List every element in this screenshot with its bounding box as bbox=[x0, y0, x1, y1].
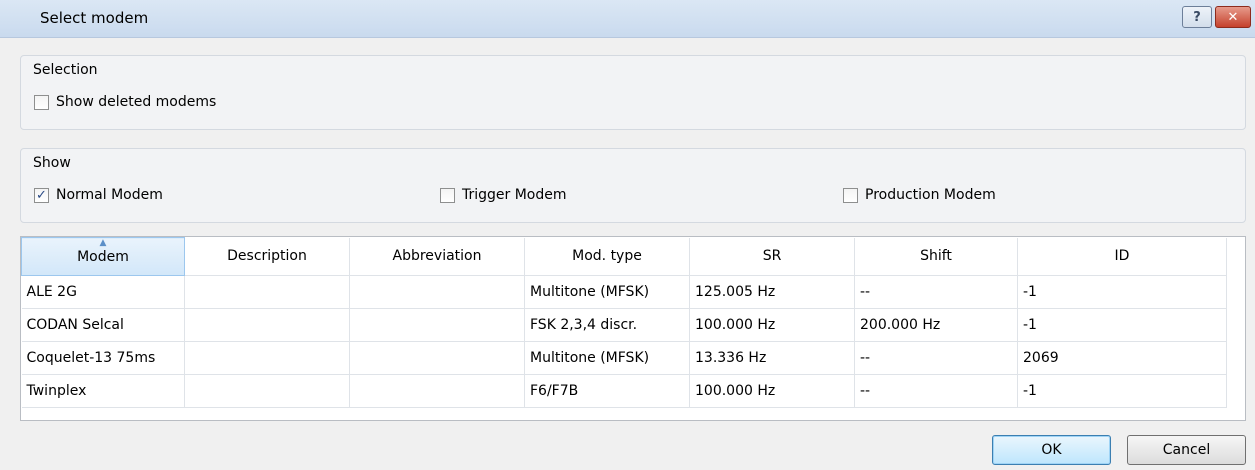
cell-id: 2069 bbox=[1017, 341, 1227, 375]
cell-sr: 125.005 Hz bbox=[689, 275, 855, 309]
normal-modem-label: Normal Modem bbox=[56, 187, 163, 203]
column-header-label: Abbreviation bbox=[392, 248, 482, 265]
window-title: Select modem bbox=[40, 9, 149, 27]
show-deleted-checkbox[interactable]: Show deleted modems bbox=[34, 94, 216, 110]
table-row[interactable]: Coquelet-13 75ms Multitone (MFSK) 13.336… bbox=[21, 341, 1227, 375]
show-group-title: Show bbox=[33, 155, 71, 171]
production-modem-label: Production Modem bbox=[865, 187, 996, 203]
show-deleted-checkbox-box[interactable] bbox=[34, 94, 49, 110]
cell-description bbox=[184, 374, 350, 408]
column-header-label: Shift bbox=[920, 248, 952, 265]
cell-description bbox=[184, 275, 350, 309]
help-button[interactable]: ? bbox=[1182, 6, 1212, 28]
table-header-row: ▲ Modem Description Abbreviation Mod. ty… bbox=[21, 237, 1227, 276]
cell-shift: 200.000 Hz bbox=[854, 308, 1018, 342]
production-modem-checkbox[interactable]: Production Modem bbox=[843, 187, 996, 203]
cell-abbreviation bbox=[349, 308, 525, 342]
column-header-label: Description bbox=[227, 248, 307, 265]
cell-description bbox=[184, 308, 350, 342]
production-modem-checkbox-box[interactable] bbox=[843, 187, 858, 203]
cell-sr: 100.000 Hz bbox=[689, 308, 855, 342]
trigger-modem-checkbox[interactable]: Trigger Modem bbox=[440, 187, 567, 203]
cancel-button[interactable]: Cancel bbox=[1127, 435, 1246, 465]
ok-button[interactable]: OK bbox=[992, 435, 1111, 465]
cell-mod-type: Multitone (MFSK) bbox=[524, 275, 690, 309]
column-header-shift[interactable]: Shift bbox=[854, 237, 1018, 276]
cell-mod-type: FSK 2,3,4 discr. bbox=[524, 308, 690, 342]
column-header-label: SR bbox=[762, 248, 782, 265]
column-header-label: Mod. type bbox=[572, 248, 642, 265]
table-row[interactable]: ALE 2G Multitone (MFSK) 125.005 Hz -- -1 bbox=[21, 275, 1227, 309]
cell-mod-type: Multitone (MFSK) bbox=[524, 341, 690, 375]
cell-abbreviation bbox=[349, 341, 525, 375]
cell-id: -1 bbox=[1017, 308, 1227, 342]
cell-mod-type: F6/F7B bbox=[524, 374, 690, 408]
cell-modem: Coquelet-13 75ms bbox=[21, 341, 185, 375]
cell-sr: 100.000 Hz bbox=[689, 374, 855, 408]
title-bar: Select modem ? ✕ bbox=[0, 0, 1255, 38]
normal-modem-checkbox-box[interactable]: ✓ bbox=[34, 187, 49, 203]
cell-modem: ALE 2G bbox=[21, 275, 185, 309]
cell-description bbox=[184, 341, 350, 375]
cell-id: -1 bbox=[1017, 275, 1227, 309]
table-row[interactable]: CODAN Selcal FSK 2,3,4 discr. 100.000 Hz… bbox=[21, 308, 1227, 342]
selection-group-title: Selection bbox=[33, 62, 98, 78]
table-row[interactable]: Twinplex F6/F7B 100.000 Hz -- -1 bbox=[21, 374, 1227, 408]
cell-shift: -- bbox=[854, 374, 1018, 408]
column-header-sr[interactable]: SR bbox=[689, 237, 855, 276]
column-header-id[interactable]: ID bbox=[1017, 237, 1227, 276]
column-header-modem[interactable]: ▲ Modem bbox=[21, 237, 185, 276]
close-icon: ✕ bbox=[1227, 9, 1239, 25]
column-header-mod-type[interactable]: Mod. type bbox=[524, 237, 690, 276]
column-header-label: ID bbox=[1114, 248, 1130, 265]
cell-modem: CODAN Selcal bbox=[21, 308, 185, 342]
cell-modem: Twinplex bbox=[21, 374, 185, 408]
normal-modem-checkbox[interactable]: ✓ Normal Modem bbox=[34, 187, 163, 203]
column-header-abbreviation[interactable]: Abbreviation bbox=[349, 237, 525, 276]
show-deleted-label: Show deleted modems bbox=[56, 94, 217, 110]
cell-id: -1 bbox=[1017, 374, 1227, 408]
sort-ascending-icon: ▲ bbox=[99, 238, 107, 248]
close-button[interactable]: ✕ bbox=[1215, 6, 1251, 28]
column-header-description[interactable]: Description bbox=[184, 237, 350, 276]
show-group: Show ✓ Normal Modem Trigger Modem Produc… bbox=[20, 148, 1246, 223]
cell-sr: 13.336 Hz bbox=[689, 341, 855, 375]
modem-table: ▲ Modem Description Abbreviation Mod. ty… bbox=[20, 236, 1246, 421]
column-header-label: Modem bbox=[77, 248, 129, 265]
selection-group: Selection Show deleted modems bbox=[20, 55, 1246, 130]
cell-abbreviation bbox=[349, 275, 525, 309]
cell-shift: -- bbox=[854, 275, 1018, 309]
cell-shift: -- bbox=[854, 341, 1018, 375]
trigger-modem-label: Trigger Modem bbox=[462, 187, 567, 203]
cell-abbreviation bbox=[349, 374, 525, 408]
help-icon: ? bbox=[1193, 9, 1201, 25]
trigger-modem-checkbox-box[interactable] bbox=[440, 187, 455, 203]
